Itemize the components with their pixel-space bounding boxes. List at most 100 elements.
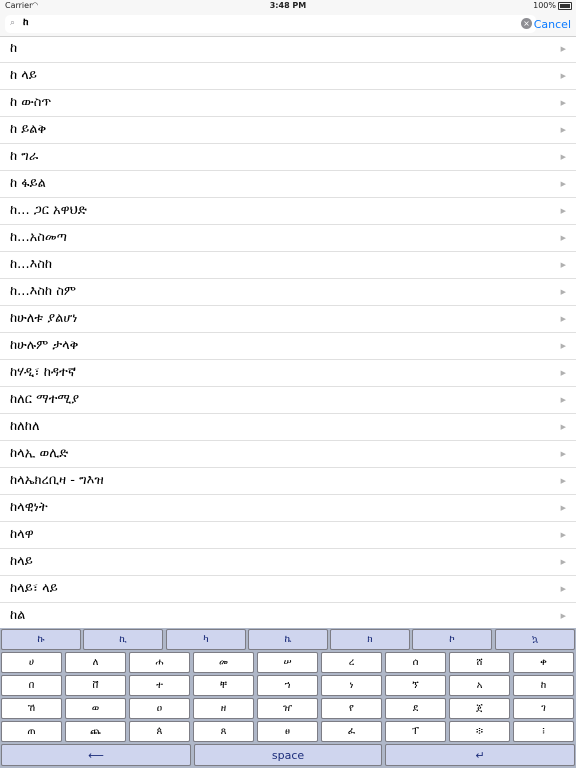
list-item-label: ከሁለቱ ያልሆነ: [10, 311, 78, 326]
character-key[interactable]: ዘ: [193, 698, 254, 719]
character-key[interactable]: ለ: [65, 652, 126, 673]
character-key[interactable]: አ: [449, 675, 510, 696]
chevron-right-icon: ▶: [560, 99, 566, 107]
chevron-right-icon: ▶: [560, 234, 566, 242]
character-key[interactable]: ወ: [65, 698, 126, 719]
list-item[interactable]: ከላኢ ወሊድ ▶: [0, 441, 576, 468]
vowel-key[interactable]: ኮ: [412, 629, 492, 650]
list-item[interactable]: ከ ግራ ▶: [0, 144, 576, 171]
character-key[interactable]: ሸ: [449, 652, 510, 673]
cancel-button[interactable]: Cancel: [534, 18, 571, 31]
list-item-label: ከ...አስመጣ: [10, 230, 67, 245]
character-key[interactable]: ዠ: [257, 698, 318, 719]
clear-icon[interactable]: ×: [521, 18, 532, 29]
list-item-label: ከላኢ ወሊድ: [10, 446, 69, 461]
search-bar: ⌕ ከ × Cancel: [0, 12, 576, 37]
list-item[interactable]: ከላኤክረቢዛ - ግእዝ ▶: [0, 468, 576, 495]
status-time: 3:48 PM: [269, 1, 307, 10]
character-key[interactable]: ነ: [321, 675, 382, 696]
character-key[interactable]: ገ: [513, 698, 574, 719]
list-item-label: ከላይ: [10, 554, 33, 569]
list-item[interactable]: ከ...አስመጣ ▶: [0, 225, 576, 252]
list-item-label: ከ... ጋር አዋህድ: [10, 203, 87, 218]
list-item-label: ከላዋ: [10, 527, 34, 542]
list-item[interactable]: ከ ፋይል ▶: [0, 171, 576, 198]
list-item-label: ከ...እስከ ስም: [10, 284, 76, 299]
character-key[interactable]: ጰ: [129, 721, 190, 742]
character-key[interactable]: ጸ: [193, 721, 254, 742]
character-key[interactable]: ዐ: [129, 698, 190, 719]
vowel-key[interactable]: ክ: [330, 629, 410, 650]
list-item[interactable]: ከላይ፣ ላይ ▶: [0, 576, 576, 603]
vowel-key[interactable]: ኳ: [495, 629, 575, 650]
list-item[interactable]: ከላዋ ▶: [0, 522, 576, 549]
search-input[interactable]: ⌕ ከ ×: [5, 15, 536, 33]
vowel-key[interactable]: ኬ: [248, 629, 328, 650]
list-item[interactable]: ከላይ ▶: [0, 549, 576, 576]
chevron-right-icon: ▶: [560, 531, 566, 539]
character-key[interactable]: ቸ: [193, 675, 254, 696]
character-key[interactable]: መ: [193, 652, 254, 673]
list-item[interactable]: ከሁለቱ ያልሆነ ▶: [0, 306, 576, 333]
chevron-right-icon: ▶: [560, 504, 566, 512]
character-key[interactable]: ጨ: [65, 721, 126, 742]
character-key[interactable]: ቨ: [65, 675, 126, 696]
character-key[interactable]: ፀ: [257, 721, 318, 742]
list-item[interactable]: ከ...እስከ ▶: [0, 252, 576, 279]
list-item-label: ከ ግራ: [10, 149, 39, 164]
list-item[interactable]: ከለር ማተሚያ ▶: [0, 387, 576, 414]
character-key[interactable]: ጠ: [1, 721, 62, 742]
list-item[interactable]: ከ... ጋር አዋህድ ▶: [0, 198, 576, 225]
character-key[interactable]: የ: [321, 698, 382, 719]
character-key[interactable]: ሀ: [1, 652, 62, 673]
chevron-right-icon: ▶: [560, 450, 566, 458]
list-item-label: ከ: [10, 41, 18, 56]
character-key[interactable]: ጀ: [449, 698, 510, 719]
character-key[interactable]: ሠ: [257, 652, 318, 673]
list-item-label: ከለር ማተሚያ: [10, 392, 80, 407]
character-key[interactable]: ሰ: [385, 652, 446, 673]
character-key[interactable]: ረ: [321, 652, 382, 673]
character-key[interactable]: ፐ: [385, 721, 446, 742]
chevron-right-icon: ▶: [560, 585, 566, 593]
list-item-label: ከላይ፣ ላይ: [10, 581, 58, 596]
character-key[interactable]: ተ: [129, 675, 190, 696]
list-item-label: ከላዊነት: [10, 500, 48, 515]
list-item[interactable]: ከል ▶: [0, 603, 576, 628]
character-key[interactable]: ኘ: [385, 675, 446, 696]
character-key[interactable]: በ: [1, 675, 62, 696]
list-item[interactable]: ከለከለ ▶: [0, 414, 576, 441]
list-item-label: ከ ይልቅ: [10, 122, 47, 137]
space-key[interactable]: space: [194, 744, 382, 766]
list-item[interactable]: ከ ላይ ▶: [0, 63, 576, 90]
backspace-key[interactable]: ⟵: [1, 744, 191, 766]
list-item[interactable]: ከ...እስከ ስም ▶: [0, 279, 576, 306]
list-item[interactable]: ከ ▶: [0, 36, 576, 63]
list-item[interactable]: ከ ውስጥ ▶: [0, 90, 576, 117]
character-key[interactable]: ፧: [513, 721, 574, 742]
character-key[interactable]: ከ: [513, 675, 574, 696]
character-key[interactable]: ፈ: [321, 721, 382, 742]
chevron-right-icon: ▶: [560, 207, 566, 215]
list-item[interactable]: ከላዊነት ▶: [0, 495, 576, 522]
list-item[interactable]: ከሁሉም ታላቅ ▶: [0, 333, 576, 360]
list-item-label: ከ ውስጥ: [10, 95, 52, 110]
character-key[interactable]: ሐ: [129, 652, 190, 673]
vowel-key[interactable]: ኩ: [1, 629, 81, 650]
chevron-right-icon: ▶: [560, 261, 566, 269]
character-key[interactable]: ደ: [385, 698, 446, 719]
results-list[interactable]: ከ ▶ ከ ላይ ▶ ከ ውስጥ ▶ ከ ይልቅ ▶ ከ ግራ ▶ ከ ፋይል ▶ ከ... ጋር አዋ…: [0, 36, 576, 628]
list-item[interactable]: ከ ይልቅ ▶: [0, 117, 576, 144]
character-key[interactable]: ኀ: [257, 675, 318, 696]
vowel-key[interactable]: ካ: [166, 629, 246, 650]
character-key[interactable]: ፨: [449, 721, 510, 742]
list-item-label: ከ ፋይል: [10, 176, 46, 191]
character-key[interactable]: ቀ: [513, 652, 574, 673]
status-bar: Carrier ◠ 3:48 PM 100%: [0, 0, 576, 12]
return-key[interactable]: ↵: [385, 744, 575, 766]
list-item-label: ከሃዲ፣ ከዳተኛ: [10, 365, 77, 380]
vowel-key[interactable]: ኪ: [83, 629, 163, 650]
character-key[interactable]: ኸ: [1, 698, 62, 719]
list-item[interactable]: ከሃዲ፣ ከዳተኛ ▶: [0, 360, 576, 387]
list-item-label: ከ ላይ: [10, 68, 37, 83]
